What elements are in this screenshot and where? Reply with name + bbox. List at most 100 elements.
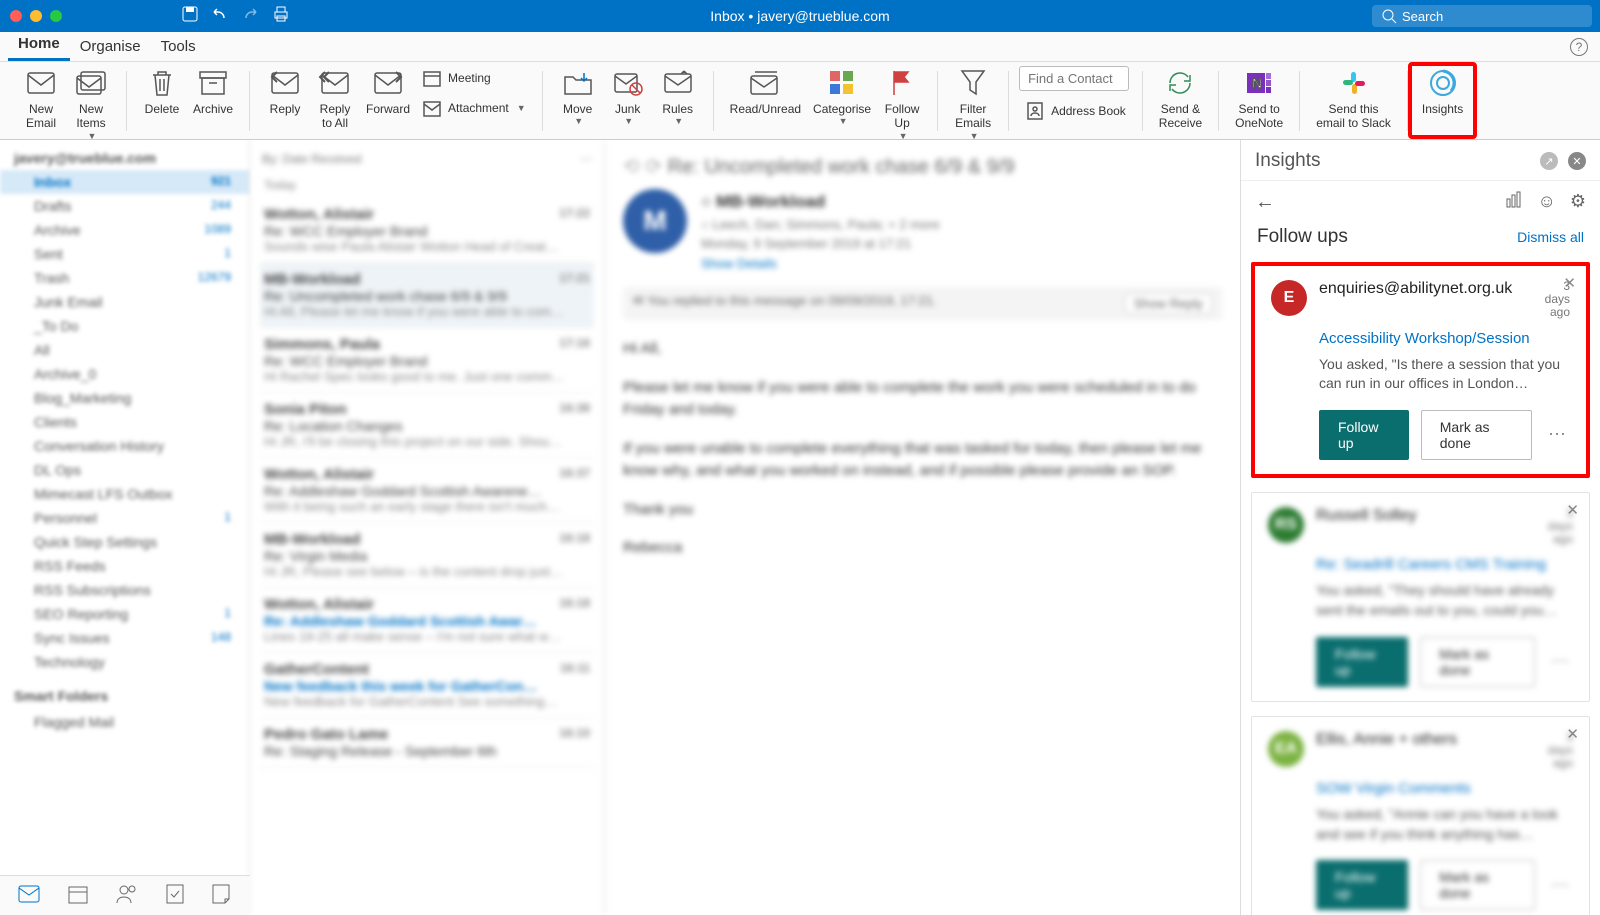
print-icon[interactable] (272, 6, 290, 27)
dismiss-all-link[interactable]: Dismiss all (1517, 229, 1584, 245)
message-item[interactable]: Simmons, Paula17:16Re: WCC Employer Bran… (260, 328, 594, 393)
rules-button[interactable]: Rules▼ (653, 66, 703, 129)
message-item[interactable]: MB-Workload16:18Re: Virgin MediaHi JR, P… (260, 523, 594, 588)
notes-nav-icon[interactable] (212, 884, 230, 907)
sort-label[interactable]: By: Date Received (262, 152, 361, 166)
card-close-icon[interactable]: ✕ (1563, 274, 1576, 292)
archive-button[interactable]: Archive (187, 66, 239, 118)
folder-item[interactable]: Sent1 (0, 242, 249, 266)
tab-tools[interactable]: Tools (151, 32, 206, 61)
folder-item[interactable]: Blog_Marketing (0, 386, 249, 410)
junk-button[interactable]: Junk▼ (603, 66, 653, 129)
folder-item[interactable]: Junk Email (0, 290, 249, 314)
message-item[interactable]: Pedro Gato Lame16:10Re: Staging Release … (260, 718, 594, 768)
message-item[interactable]: GatherContent16:11New feedback this week… (260, 653, 594, 718)
stats-icon[interactable] (1505, 191, 1523, 214)
folder-item[interactable]: Conversation History (0, 434, 249, 458)
read-unread-button[interactable]: Read/Unread (724, 66, 807, 118)
folder-pane[interactable]: javery@trueblue.com Inbox921Drafts244Arc… (0, 140, 250, 915)
folder-item[interactable]: _To Do (0, 314, 249, 338)
folder-item[interactable]: Clients (0, 410, 249, 434)
folder-item[interactable]: SEO Reporting1 (0, 602, 249, 626)
filter-emails-button[interactable]: Filter Emails▼ (948, 66, 998, 144)
message-item[interactable]: MB-Workload17:21Re: Uncompleted work cha… (260, 263, 594, 328)
folder-item[interactable]: Personnel1 (0, 506, 249, 530)
card-more-icon[interactable]: ⋯ (1547, 875, 1573, 896)
reply-icon (270, 68, 300, 98)
close-window-button[interactable] (10, 10, 22, 22)
smart-folders-header[interactable]: Smart Folders (0, 682, 249, 710)
folder-item[interactable]: Flagged Mail (0, 710, 249, 734)
message-item[interactable]: Sonia Piton16:38Re: Location ChangesHi J… (260, 393, 594, 458)
help-icon[interactable]: ? (1570, 38, 1588, 56)
folder-item[interactable]: RSS Feeds (0, 554, 249, 578)
tab-home[interactable]: Home (8, 29, 70, 61)
settings-icon[interactable]: ⚙ (1570, 191, 1586, 214)
insights-expand-icon[interactable]: ↗ (1540, 152, 1558, 170)
message-list[interactable]: By: Date Received⋯ Today Wotton, Alistai… (250, 140, 605, 915)
folder-item[interactable]: Sync Issues148 (0, 626, 249, 650)
card-subject[interactable]: Accessibility Workshop/Session (1319, 330, 1570, 347)
folder-item[interactable]: RSS Subscriptions (0, 578, 249, 602)
delete-button[interactable]: Delete (137, 66, 187, 118)
insights-close-icon[interactable]: ✕ (1568, 152, 1586, 170)
card-subject[interactable]: SOW Virgin Comments (1316, 780, 1573, 797)
folder-item[interactable]: Archive1089 (0, 218, 249, 242)
new-items-button[interactable]: New Items▼ (66, 66, 116, 144)
mail-nav-icon[interactable] (18, 885, 40, 906)
mark-done-action[interactable]: Mark as done (1420, 860, 1535, 910)
attachment-button[interactable]: Attachment▼ (416, 96, 532, 120)
back-icon[interactable]: ← (1255, 191, 1275, 214)
minimize-window-button[interactable] (30, 10, 42, 22)
folder-item[interactable]: DL Ops (0, 458, 249, 482)
global-search-input[interactable] (1402, 9, 1582, 24)
save-icon[interactable] (182, 6, 198, 27)
undo-icon[interactable] (212, 6, 228, 27)
account-header[interactable]: javery@trueblue.com (0, 146, 249, 170)
move-button[interactable]: Move▼ (553, 66, 603, 129)
message-item[interactable]: Wotton, Alistair17:22Re: WCC Employer Br… (260, 198, 594, 263)
send-slack-button[interactable]: Send this email to Slack (1310, 66, 1397, 133)
meeting-button[interactable]: Meeting (416, 66, 532, 90)
mark-done-action[interactable]: Mark as done (1420, 637, 1535, 687)
insights-button[interactable]: Insights (1416, 66, 1469, 118)
find-contact-input[interactable] (1019, 66, 1129, 91)
global-search[interactable] (1372, 5, 1592, 27)
mark-done-action[interactable]: Mark as done (1421, 410, 1532, 460)
follow-up-action[interactable]: Follow up (1316, 860, 1408, 910)
categorise-button[interactable]: Categorise▼ (807, 66, 877, 129)
new-email-button[interactable]: New Email (16, 66, 66, 133)
reply-all-button[interactable]: Reply to All (310, 66, 360, 133)
card-subject[interactable]: Re: Seadrill Careers CMS Training (1316, 556, 1573, 573)
card-more-icon[interactable]: ⋯ (1547, 651, 1573, 672)
show-reply-link[interactable]: Show Reply (1125, 293, 1212, 314)
mail-icon (26, 68, 56, 98)
address-book-button[interactable]: Address Book (1019, 99, 1132, 123)
send-receive-button[interactable]: Send & Receive (1153, 66, 1208, 133)
tab-organise[interactable]: Organise (70, 32, 151, 61)
folder-item[interactable]: Inbox921 (0, 170, 249, 194)
send-onenote-button[interactable]: NSend to OneNote (1229, 66, 1289, 133)
folder-item[interactable]: Drafts244 (0, 194, 249, 218)
folder-item[interactable]: Archive_0 (0, 362, 249, 386)
tasks-nav-icon[interactable] (166, 884, 184, 907)
forward-button[interactable]: Forward (360, 66, 416, 118)
follow-up-action[interactable]: Follow up (1316, 637, 1408, 687)
show-details-link[interactable]: Show Details (701, 256, 777, 271)
people-nav-icon[interactable] (116, 884, 138, 907)
reply-button[interactable]: Reply (260, 66, 310, 118)
folder-item[interactable]: Technology (0, 650, 249, 674)
follow-up-action[interactable]: Follow up (1319, 410, 1409, 460)
follow-up-button[interactable]: Follow Up▼ (877, 66, 927, 144)
folder-item[interactable]: Trash12679 (0, 266, 249, 290)
calendar-nav-icon[interactable] (68, 884, 88, 907)
folder-item[interactable]: All (0, 338, 249, 362)
maximize-window-button[interactable] (50, 10, 62, 22)
redo-icon[interactable] (242, 6, 258, 27)
feedback-icon[interactable]: ☺ (1537, 191, 1555, 214)
card-more-icon[interactable]: ⋯ (1544, 424, 1570, 445)
message-item[interactable]: Wotton, Alistair16:37Re: Addleshaw Godda… (260, 458, 594, 523)
folder-item[interactable]: Quick Step Settings (0, 530, 249, 554)
folder-item[interactable]: Mimecast LFS Outbox (0, 482, 249, 506)
message-item[interactable]: Wotton, Alistair16:18Re: Addleshaw Godda… (260, 588, 594, 653)
